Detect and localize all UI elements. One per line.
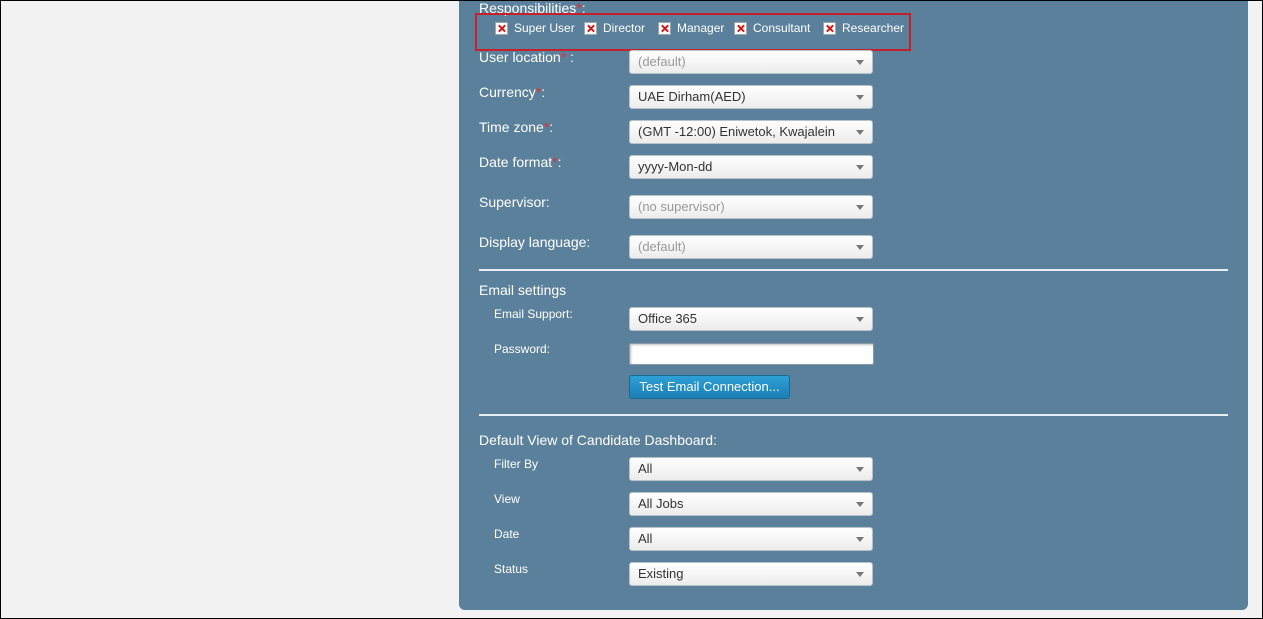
display-language-select[interactable]: (default) [629,235,873,259]
manager-label[interactable]: Manager [677,21,724,35]
chevron-down-icon [856,245,864,250]
researcher-checkbox[interactable] [823,22,836,35]
date-label: Date [494,527,520,541]
password-label: Password: [494,342,551,356]
status-select[interactable]: Existing [629,562,873,586]
chevron-down-icon [856,130,864,135]
currency-label: Currency*: [479,84,546,100]
chevron-down-icon [856,467,864,472]
director-label[interactable]: Director [603,21,645,35]
supervisor-select[interactable]: (no supervisor) [629,195,873,219]
user-location-select[interactable]: (default) [629,50,873,74]
chevron-down-icon [856,317,864,322]
chevron-down-icon [856,95,864,100]
filter-by-select[interactable]: All [629,457,873,481]
chevron-down-icon [856,60,864,65]
email-settings-title: Email settings [479,282,567,298]
chevron-down-icon [856,572,864,577]
test-email-connection-button[interactable]: Test Email Connection... [629,375,790,399]
email-support-select[interactable]: Office 365 [629,307,873,331]
view-label: View [494,492,520,506]
chevron-down-icon [856,537,864,542]
researcher-label[interactable]: Researcher [842,21,904,35]
super-user-label[interactable]: Super User [514,21,575,35]
filter-by-label: Filter By [494,457,539,471]
chevron-down-icon [856,165,864,170]
date-select[interactable]: All [629,527,873,551]
email-support-label: Email Support: [494,307,573,321]
currency-select[interactable]: UAE Dirham(AED) [629,85,873,109]
chevron-down-icon [856,205,864,210]
section-divider [479,269,1228,271]
status-label: Status [494,562,529,576]
date-format-select[interactable]: yyyy-Mon-dd [629,155,873,179]
user-location-label: User location* : [479,49,574,65]
section-divider [479,414,1228,416]
view-select[interactable]: All Jobs [629,492,873,516]
super-user-checkbox[interactable] [495,22,508,35]
supervisor-label: Supervisor: [479,194,550,210]
date-format-label: Date format*: [479,154,562,170]
password-field[interactable] [629,343,874,365]
consultant-checkbox[interactable] [734,22,747,35]
director-checkbox[interactable] [584,22,597,35]
dashboard-default-title: Default View of Candidate Dashboard: [479,432,717,448]
time-zone-select[interactable]: (GMT -12:00) Eniwetok, Kwajalein [629,120,873,144]
time-zone-label: Time zone*: [479,119,554,135]
consultant-label[interactable]: Consultant [753,21,810,35]
chevron-down-icon [856,502,864,507]
manager-checkbox[interactable] [658,22,671,35]
display-language-label: Display language: [479,234,591,250]
